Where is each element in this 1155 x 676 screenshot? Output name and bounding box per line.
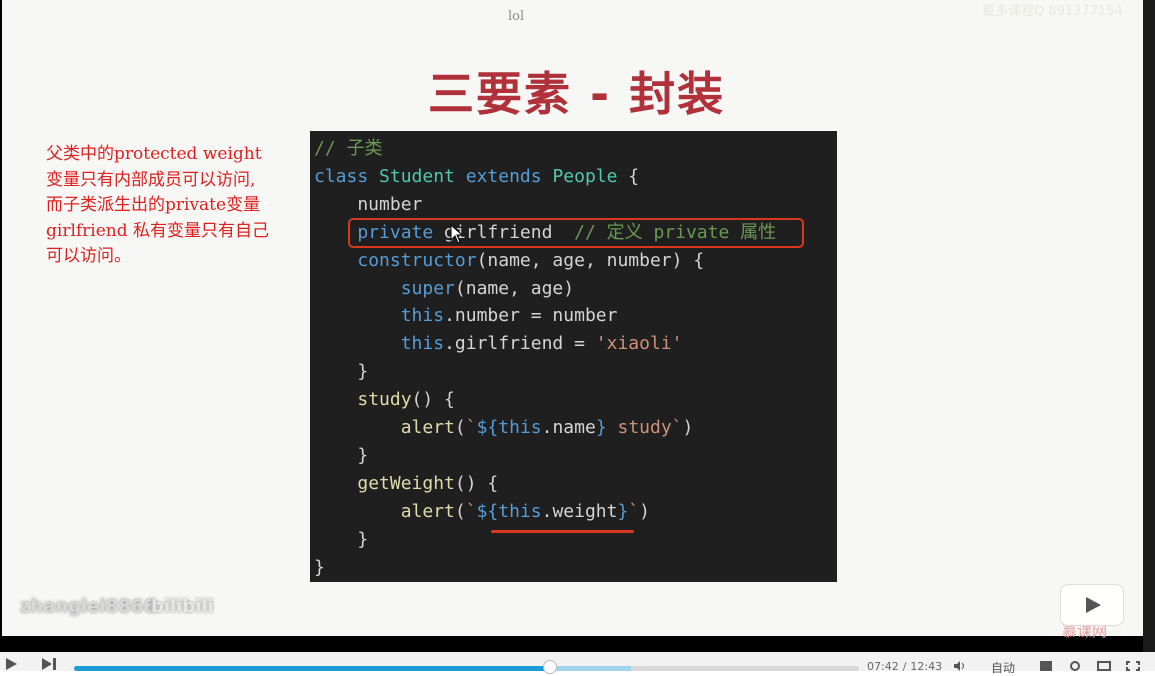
- code-field: number: [314, 193, 423, 215]
- code-text: .weight: [541, 500, 618, 522]
- next-icon[interactable]: [40, 657, 58, 671]
- slide-title: 三要素 - 封装: [428, 67, 726, 121]
- mouse-cursor-icon: [450, 224, 463, 244]
- course-watermark: 更多课程Q 891377154: [982, 4, 1123, 19]
- code-keyword: this: [498, 417, 542, 439]
- code-text: }: [314, 361, 369, 383]
- code-keyword: super: [400, 277, 455, 299]
- note-line: 可以访问。: [46, 246, 131, 266]
- code-text: .girlfriend =: [444, 333, 596, 355]
- code-comment: // 子类: [314, 138, 383, 159]
- danmaku-icon[interactable]: [1039, 661, 1053, 671]
- private-field-highlight-box: [348, 218, 804, 248]
- code-text: // 子类 class Student extends People { num…: [314, 135, 776, 582]
- note-line: girlfriend 私有变量只有自己: [46, 220, 270, 241]
- code-method-name: getWeight: [357, 472, 455, 494]
- code-text: () {: [454, 472, 499, 494]
- code-text: }: [314, 528, 369, 550]
- code-text: ): [682, 417, 694, 439]
- note-line: 变量只有内部成员可以访问,: [46, 169, 256, 190]
- code-keyword: extends: [465, 165, 542, 187]
- code-text: (: [454, 500, 466, 522]
- play-icon[interactable]: [4, 657, 18, 671]
- progress-buffer: [550, 666, 631, 671]
- settings-icon[interactable]: [1068, 661, 1082, 671]
- code-method-name: study: [357, 389, 412, 411]
- code-keyword: constructor: [357, 249, 477, 271]
- current-time: 07:42: [867, 660, 899, 673]
- code-class-name: Student: [379, 165, 455, 187]
- code-text: (: [454, 417, 466, 439]
- volume-icon[interactable]: [954, 661, 966, 671]
- code-text: {: [617, 165, 640, 187]
- code-interp: }: [617, 500, 629, 522]
- quality-selector[interactable]: 自动: [991, 659, 1015, 676]
- code-text: (name, age, number) {: [476, 249, 705, 271]
- weight-underline: [491, 530, 634, 533]
- code-string: `: [465, 500, 477, 522]
- widescreen-icon[interactable]: [1097, 661, 1111, 671]
- code-text: .number = number: [444, 305, 618, 327]
- code-text: .name: [541, 417, 596, 439]
- code-text: () {: [411, 389, 455, 411]
- code-text: ): [639, 500, 651, 522]
- code-keyword: class: [314, 165, 369, 187]
- note-line: 父类中的protected weight: [46, 144, 262, 164]
- progress-handle[interactable]: [543, 660, 558, 674]
- code-interp: }: [595, 417, 607, 439]
- right-edge: [1143, 0, 1155, 652]
- code-function: alert: [400, 417, 455, 439]
- progress-fill: [74, 666, 551, 671]
- code-text: }: [314, 444, 369, 466]
- code-interp: ${: [476, 500, 499, 522]
- code-string: `: [628, 500, 640, 522]
- code-string: study`: [606, 417, 683, 439]
- code-keyword: this: [400, 333, 445, 355]
- annotation-note: 父类中的protected weight 变量只有内部成员可以访问, 而子类派生…: [46, 142, 336, 270]
- code-string: `: [465, 417, 477, 439]
- note-line: 而子类派生出的private变量: [46, 195, 261, 215]
- slide-top-label: lol: [508, 9, 525, 24]
- code-keyword: this: [400, 305, 445, 327]
- code-block: // 子类 class Student extends People { num…: [310, 131, 837, 582]
- code-string: 'xiaoli': [595, 333, 683, 355]
- bilibili-logo: bilibili: [151, 596, 214, 617]
- duration: 12:43: [910, 660, 943, 673]
- uploader-watermark: zhanglei8866: [20, 596, 156, 617]
- time-display: 07:42/12:43: [867, 660, 942, 673]
- code-interp: ${: [476, 417, 499, 439]
- fullscreen-icon[interactable]: [1126, 661, 1140, 671]
- code-text: (name, age): [454, 277, 575, 299]
- play-icon: [1086, 597, 1101, 613]
- code-text: }: [314, 556, 325, 578]
- time-separator: /: [902, 660, 907, 673]
- code-function: alert: [400, 500, 455, 522]
- player-controls: 07:42/12:43 自动: [0, 652, 1155, 675]
- play-overlay-button[interactable]: [1060, 584, 1124, 626]
- code-keyword: this: [498, 500, 542, 522]
- code-parent-name: People: [552, 165, 618, 187]
